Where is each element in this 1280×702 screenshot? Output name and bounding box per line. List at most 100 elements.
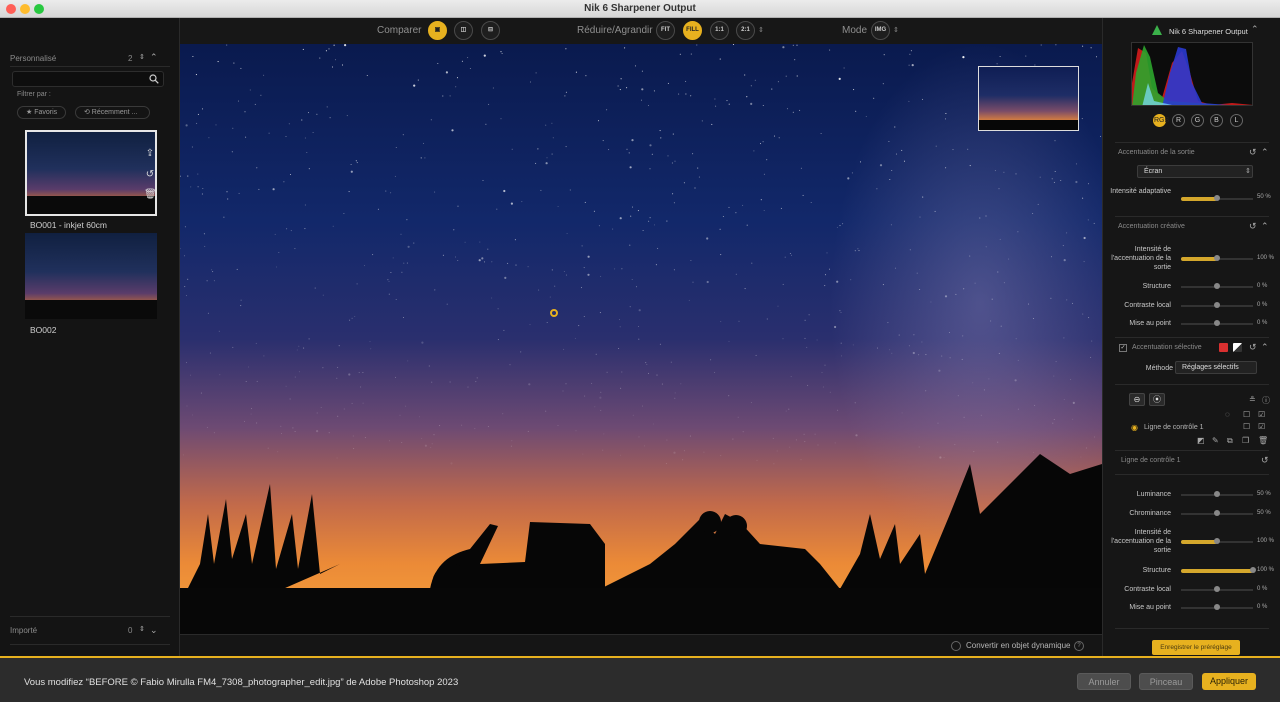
cancel-button[interactable]: Annuler <box>1077 673 1131 690</box>
brush-icon[interactable]: ✎ <box>1212 436 1219 445</box>
creative-slider[interactable] <box>1181 255 1253 261</box>
filter-recent-button[interactable]: ⟲ Récemment ... <box>75 106 150 119</box>
slider-knob[interactable] <box>1214 586 1220 592</box>
adaptive-intensity-slider[interactable] <box>1181 195 1253 201</box>
slider-knob[interactable] <box>1214 320 1220 326</box>
save-preset-button[interactable]: Enregistrer le préréglage <box>1152 640 1240 655</box>
export-icon[interactable]: ⇪ <box>144 148 155 160</box>
add-point-minus-button[interactable]: ⊖ <box>1129 393 1145 406</box>
add-control-line-button[interactable]: ⦿ <box>1149 393 1165 406</box>
settings-panel: Nik 6 Sharpener Output ⌃ RGB R G B L Acc… <box>1102 18 1280 656</box>
selective-sharpening-checkbox[interactable]: ✓ <box>1119 344 1127 352</box>
creative-slider[interactable] <box>1181 320 1253 326</box>
control-line-item[interactable]: Ligne de contrôle 1 <box>1144 424 1204 431</box>
filter-label: Filtrer par : <box>17 91 51 98</box>
compare-side-by-side-button[interactable]: ⊟ <box>481 21 500 40</box>
divider <box>1115 216 1269 217</box>
collapse-section-icon[interactable]: ⌃ <box>1261 342 1269 353</box>
creative-slider[interactable] <box>1181 302 1253 308</box>
red-color-swatch[interactable] <box>1219 343 1228 352</box>
convert-smart-object-checkbox[interactable] <box>951 641 961 651</box>
slider-knob[interactable] <box>1214 491 1220 497</box>
preset-search-input[interactable] <box>12 71 164 87</box>
slider-knob[interactable] <box>1214 283 1220 289</box>
trash-icon[interactable]: 🗑 <box>144 189 155 201</box>
preset-thumbnail-1[interactable]: ⇪ ↺ 🗑 <box>25 130 157 216</box>
control-slider[interactable] <box>1181 538 1253 544</box>
zoom-fill-button[interactable]: FILL <box>683 21 702 40</box>
zoom-1-1-button[interactable]: 1:1 <box>710 21 729 40</box>
brush-button[interactable]: Pinceau <box>1139 673 1193 690</box>
duplicate-icon[interactable]: ❐ <box>1242 436 1249 445</box>
reset-icon[interactable]: ↺ <box>144 169 155 181</box>
slider-knob[interactable] <box>1214 302 1220 308</box>
convert-smart-object-label: Convertir en objet dynamique <box>966 641 1071 650</box>
zoom-stepper-icon[interactable]: ⇕ <box>758 26 764 34</box>
slider-knob[interactable] <box>1214 255 1220 261</box>
control-slider[interactable] <box>1181 586 1253 592</box>
reset-section-icon[interactable]: ↺ <box>1261 455 1269 466</box>
reset-section-icon[interactable]: ↺ <box>1249 221 1257 232</box>
invert-icon[interactable]: ◩ <box>1197 436 1205 445</box>
slider-knob[interactable] <box>1214 510 1220 516</box>
status-bar: Vous modifiez “BEFORE © Fabio Mirulla FM… <box>0 656 1280 702</box>
expand-importe-icon[interactable]: ⌄ <box>150 625 158 636</box>
zoom-2-1-button[interactable]: 2:1 <box>736 21 755 40</box>
trash-icon[interactable]: 🗑 <box>1258 436 1268 445</box>
updown-icon[interactable]: ⇕ <box>139 53 145 61</box>
divider <box>10 644 170 645</box>
nik-logo-icon <box>1152 25 1162 35</box>
collapse-section-icon[interactable]: ⌃ <box>1261 221 1269 232</box>
apply-button[interactable]: Appliquer <box>1202 673 1256 690</box>
help-icon[interactable]: ⓘ <box>1262 395 1270 406</box>
slider-fill <box>1181 197 1217 201</box>
contrast-swatch[interactable] <box>1233 343 1242 352</box>
slider-knob[interactable] <box>1250 567 1256 573</box>
preset-thumbnail-2[interactable] <box>25 233 157 319</box>
visibility-checkbox-icon[interactable]: ☑ <box>1258 422 1265 431</box>
zoom-fit-button[interactable]: FIT <box>656 21 675 40</box>
compare-single-view-button[interactable]: ▣ <box>428 21 447 40</box>
channel-l-button[interactable]: L <box>1230 114 1243 127</box>
slider-knob[interactable] <box>1214 604 1220 610</box>
search-icon[interactable] <box>149 74 159 84</box>
collapse-section-icon[interactable]: ⌃ <box>1261 147 1269 158</box>
panel-title: Nik 6 Sharpener Output <box>1169 27 1248 36</box>
control-slider[interactable] <box>1181 510 1253 516</box>
compare-split-view-button[interactable]: ◫ <box>454 21 473 40</box>
mask-checkbox-icon[interactable]: ☐ <box>1243 422 1250 431</box>
channel-r-button[interactable]: R <box>1172 114 1185 127</box>
control-slider[interactable] <box>1181 604 1253 610</box>
mode-stepper-icon[interactable]: ⇕ <box>893 26 899 34</box>
visibility-checkbox-icon[interactable]: ☑ <box>1258 410 1265 419</box>
slider-knob[interactable] <box>1214 538 1220 544</box>
list-options-icon[interactable]: ≗ <box>1249 395 1256 404</box>
slider-knob[interactable] <box>1214 195 1220 201</box>
control-slider[interactable] <box>1181 567 1256 573</box>
mode-img-button[interactable]: IMG <box>871 21 890 40</box>
group-icon[interactable]: ⧉ <box>1227 436 1233 446</box>
method-label: Méthode <box>1145 365 1173 372</box>
reset-section-icon[interactable]: ↺ <box>1249 342 1257 353</box>
control-value: 100 % <box>1257 567 1275 573</box>
control-point-marker[interactable] <box>550 309 558 317</box>
channel-b-button[interactable]: B <box>1210 114 1223 127</box>
mask-checkbox-icon[interactable]: ☐ <box>1243 410 1250 419</box>
collapse-personalise-icon[interactable]: ⌃ <box>150 52 158 63</box>
help-icon[interactable]: ? <box>1074 641 1084 651</box>
output-type-dropdown[interactable]: Écran <box>1137 165 1253 178</box>
filter-favorites-button[interactable]: ★ Favoris <box>17 106 67 119</box>
method-dropdown[interactable]: Réglages sélectifs <box>1175 361 1257 374</box>
foreground-silhouette <box>180 454 1102 634</box>
channel-g-button[interactable]: G <box>1191 114 1204 127</box>
divider <box>1115 474 1269 475</box>
control-slider[interactable] <box>1181 491 1253 497</box>
collapse-panel-icon[interactable]: ⌃ <box>1251 24 1259 35</box>
navigator-thumbnail[interactable] <box>978 66 1079 131</box>
channel-rgb-button[interactable]: RGB <box>1153 114 1169 127</box>
reset-section-icon[interactable]: ↺ <box>1249 147 1257 158</box>
updown-icon[interactable]: ⇕ <box>139 625 145 633</box>
image-preview-canvas[interactable] <box>180 44 1102 634</box>
creative-slider[interactable] <box>1181 283 1253 289</box>
control-value: 100 % <box>1257 538 1275 544</box>
